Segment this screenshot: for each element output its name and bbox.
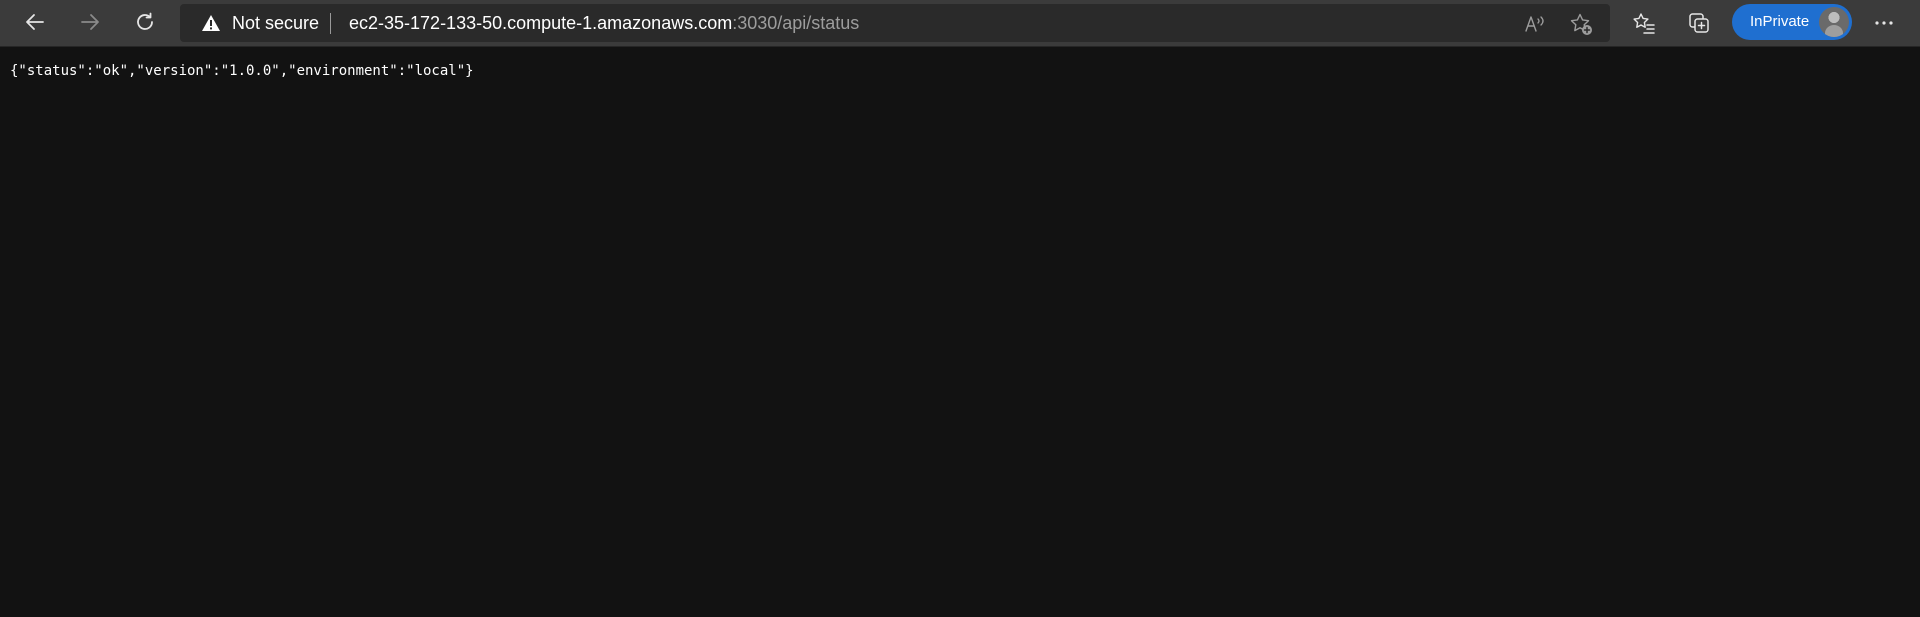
read-aloud-icon	[1525, 16, 1544, 32]
url-text[interactable]: ec2-35-172-133-50.compute-1.amazonaws.co…	[349, 13, 859, 33]
refresh-button[interactable]	[125, 4, 165, 40]
warning-triangle-icon	[202, 15, 220, 31]
browser-toolbar: Not secure ec2-35-172-133-50.compute-1.a…	[0, 0, 1920, 47]
refresh-icon	[137, 12, 153, 30]
inprivate-label: InPrivate	[1750, 13, 1810, 30]
json-response-text: {"status":"ok","version":"1.0.0","enviro…	[10, 63, 474, 79]
back-button[interactable]	[15, 4, 55, 40]
page-content: {"status":"ok","version":"1.0.0","enviro…	[0, 48, 1920, 617]
add-favorite-icon	[1570, 13, 1592, 35]
more-menu-icon	[1875, 21, 1893, 25]
collections-button[interactable]	[1681, 5, 1717, 41]
back-arrow-icon	[26, 14, 44, 30]
forward-button[interactable]	[70, 4, 110, 40]
url-path: :3030/api/status	[732, 13, 860, 33]
url-host: ec2-35-172-133-50.compute-1.amazonaws.co…	[349, 13, 733, 33]
more-menu-button[interactable]	[1866, 5, 1902, 41]
address-separator	[330, 13, 331, 34]
collections-icon	[1689, 13, 1709, 33]
address-bar[interactable]: Not secure ec2-35-172-133-50.compute-1.a…	[180, 4, 1610, 42]
inprivate-profile-button[interactable]: InPrivate	[1732, 4, 1852, 40]
avatar	[1819, 7, 1849, 37]
security-status-label[interactable]: Not secure	[232, 13, 319, 33]
favorites-button[interactable]	[1626, 5, 1662, 41]
forward-arrow-icon	[81, 14, 99, 30]
read-aloud-button[interactable]	[1522, 11, 1548, 37]
add-favorite-button[interactable]	[1568, 11, 1594, 37]
favorites-icon	[1633, 13, 1655, 34]
